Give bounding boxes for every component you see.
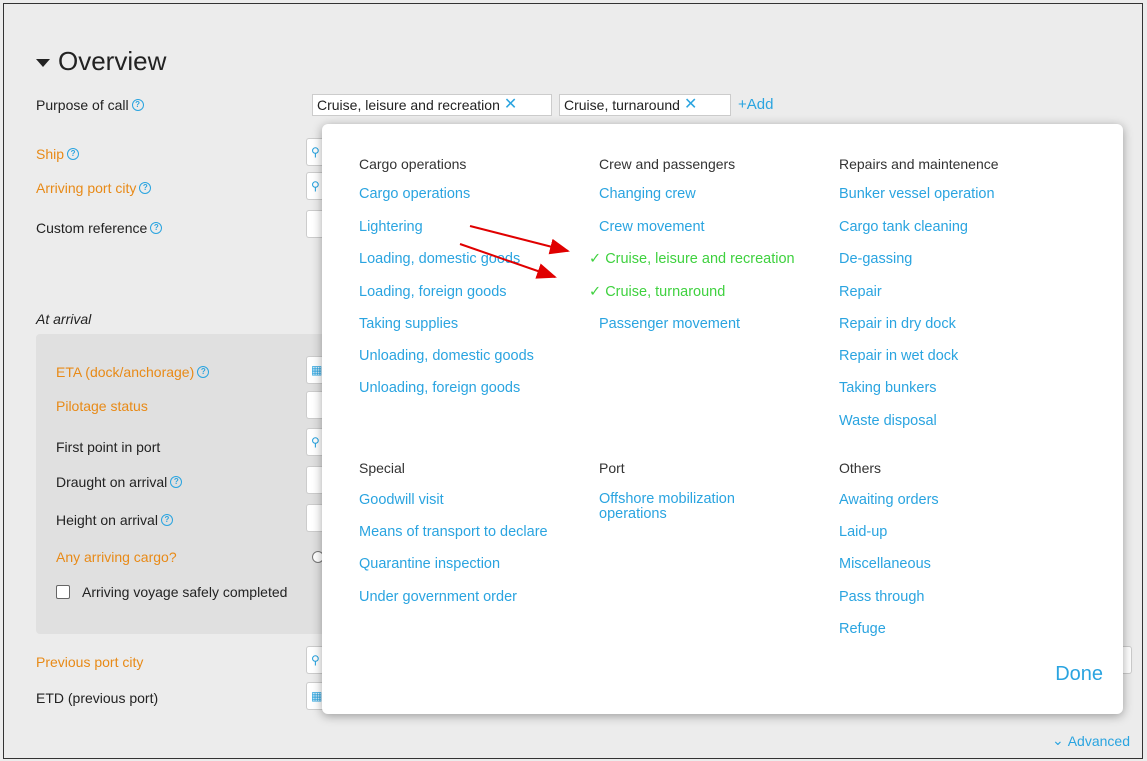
option-item[interactable]: Miscellaneous	[839, 556, 931, 573]
help-icon[interactable]: ?	[160, 514, 173, 526]
option-item[interactable]: Unloading, domestic goods	[359, 348, 534, 365]
option-item[interactable]: Repair in dry dock	[839, 316, 956, 333]
chip-cruise-turnaround: Cruise, turnaround ✕	[559, 94, 731, 116]
option-item[interactable]: Loading, domestic goods	[359, 251, 520, 268]
page-frame: Overview Purpose of call? Cruise, leisur…	[3, 3, 1143, 759]
help-icon[interactable]: ?	[131, 99, 144, 111]
help-icon[interactable]: ?	[197, 366, 210, 378]
option-item[interactable]: Passenger movement	[599, 316, 740, 333]
overview-header[interactable]: Overview	[36, 46, 166, 77]
height-label: Height on arrival?	[56, 512, 173, 528]
option-item[interactable]: De-gassing	[839, 251, 912, 268]
draught-label: Draught on arrival?	[56, 474, 183, 490]
pilotage-status-label: Pilotage status	[56, 398, 148, 414]
previous-port-city-label: Previous port city	[36, 654, 144, 670]
help-icon[interactable]: ?	[150, 222, 163, 234]
remove-chip-icon[interactable]: ✕	[684, 97, 697, 113]
option-item[interactable]: Quarantine inspection	[359, 556, 500, 573]
purpose-picker-popup: Cargo operations Crew and passengers Rep…	[322, 124, 1123, 714]
option-item[interactable]: Changing crew	[599, 186, 696, 203]
option-item[interactable]: Taking supplies	[359, 316, 458, 333]
option-item-selected[interactable]: ✓ Cruise, leisure and recreation	[589, 251, 795, 268]
option-item[interactable]: Waste disposal	[839, 413, 937, 430]
group-title: Others	[839, 460, 882, 476]
check-icon: ✓	[589, 251, 602, 267]
option-item[interactable]: Under government order	[359, 589, 517, 606]
eta-label: ETA (dock/anchorage)?	[56, 364, 210, 380]
voyage-completed-row[interactable]: Arriving voyage safely completed	[56, 584, 287, 600]
help-icon[interactable]: ?	[67, 148, 80, 160]
group-title: Port	[599, 460, 625, 476]
advanced-toggle[interactable]: ⌄ Advanced	[1052, 732, 1130, 749]
purpose-of-call-label: Purpose of call?	[36, 97, 144, 113]
remove-chip-icon[interactable]: ✕	[504, 97, 517, 113]
option-item[interactable]: Awaiting orders	[839, 492, 939, 509]
any-cargo-label: Any arriving cargo?	[56, 549, 177, 565]
option-item[interactable]: Cargo tank cleaning	[839, 219, 968, 236]
option-item[interactable]: Cargo operations	[359, 186, 470, 203]
previous-port-right-edge	[1122, 646, 1132, 674]
done-button[interactable]: Done	[1055, 663, 1103, 686]
option-item[interactable]: Repair	[839, 284, 882, 301]
option-item[interactable]: Refuge	[839, 621, 886, 638]
at-arrival-heading: At arrival	[36, 311, 92, 327]
chevron-down-icon: ⌄	[1051, 732, 1064, 748]
group-title: Crew and passengers	[599, 156, 736, 172]
check-icon: ✓	[589, 284, 602, 300]
overview-title: Overview	[58, 46, 167, 76]
arriving-port-city-label: Arriving port city?	[36, 180, 152, 196]
option-item[interactable]: Repair in wet dock	[839, 348, 958, 365]
option-item[interactable]: Offshore mobilization operations	[599, 492, 779, 522]
option-item[interactable]: Crew movement	[599, 219, 705, 236]
help-icon[interactable]: ?	[139, 182, 152, 194]
etd-previous-label: ETD (previous port)	[36, 690, 159, 706]
custom-reference-label: Custom reference?	[36, 220, 163, 236]
caret-down-icon	[36, 59, 50, 67]
option-item[interactable]: Lightering	[359, 219, 423, 236]
voyage-completed-checkbox[interactable]	[56, 585, 70, 599]
option-item[interactable]: Loading, foreign goods	[359, 284, 507, 301]
group-title: Repairs and maintenence	[839, 156, 999, 172]
option-item[interactable]: Means of transport to declare	[359, 524, 548, 541]
option-item[interactable]: Pass through	[839, 589, 924, 606]
option-item[interactable]: Laid-up	[839, 524, 887, 541]
option-item[interactable]: Bunker vessel operation	[839, 186, 995, 203]
help-icon[interactable]: ?	[170, 476, 183, 488]
first-point-label: First point in port	[56, 439, 161, 455]
chip-cruise-leisure: Cruise, leisure and recreation ✕	[312, 94, 552, 116]
group-title: Special	[359, 460, 405, 476]
option-item[interactable]: Goodwill visit	[359, 492, 444, 509]
option-item-selected[interactable]: ✓ Cruise, turnaround	[589, 284, 725, 301]
group-title: Cargo operations	[359, 156, 467, 172]
option-item[interactable]: Taking bunkers	[839, 380, 937, 397]
add-purpose-button[interactable]: +Add	[738, 96, 773, 113]
ship-label: Ship?	[36, 146, 80, 162]
option-item[interactable]: Unloading, foreign goods	[359, 380, 520, 397]
